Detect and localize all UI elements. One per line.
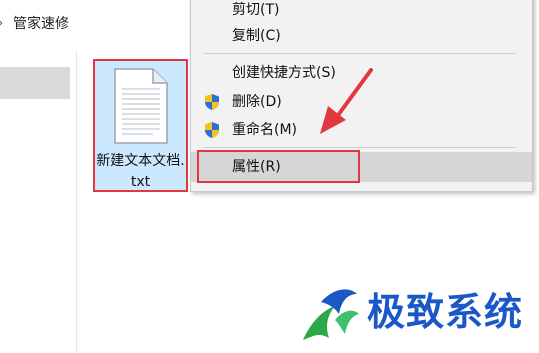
menu-separator	[203, 147, 516, 148]
menu-item-cut[interactable]: 剪切(T)	[191, 0, 532, 23]
annotation-arrow-icon	[320, 68, 373, 134]
text-document-icon	[114, 68, 168, 144]
uac-shield-icon	[205, 94, 219, 110]
nav-selected-item[interactable]	[0, 67, 70, 99]
file-item[interactable]: 新建文本文档.txt	[93, 59, 188, 192]
menu-item-label: 剪切(T)	[232, 2, 280, 18]
menu-item-label: 删除(D)	[232, 94, 282, 110]
watermark-text: 极致系统	[367, 290, 524, 334]
menu-separator	[203, 53, 516, 54]
menu-item-label: 重命名(M)	[232, 122, 298, 138]
breadcrumb-chevron-icon[interactable]: ›	[0, 14, 10, 34]
annotation-highlight-box	[197, 150, 360, 183]
file-name-label: 新建文本文档.txt	[96, 153, 185, 190]
breadcrumb-path[interactable]: 管家速修	[13, 14, 69, 34]
navigation-pane	[0, 50, 77, 353]
menu-item-copy[interactable]: 复制(C)	[191, 23, 532, 49]
uac-shield-icon	[205, 122, 219, 138]
menu-item-label: 复制(C)	[232, 28, 281, 44]
